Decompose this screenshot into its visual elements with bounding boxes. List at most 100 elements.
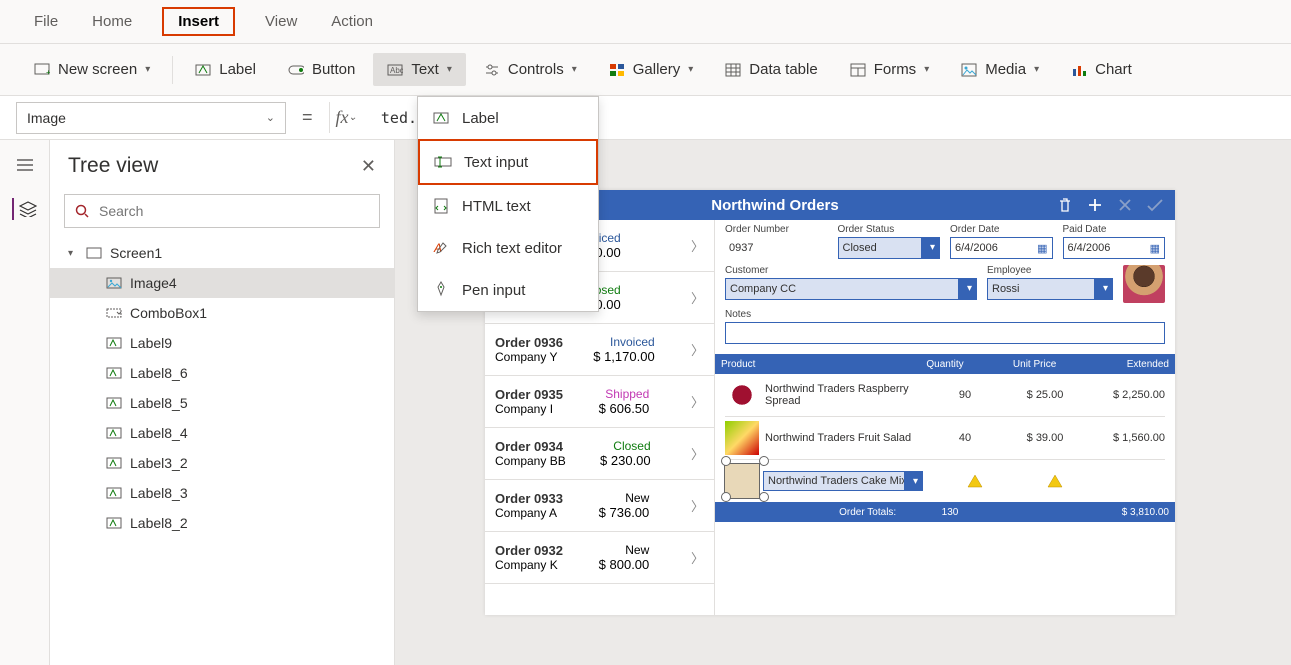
hamburger-icon[interactable] (12, 154, 38, 176)
media-button[interactable]: Media ▾ (947, 53, 1053, 86)
control-icon (106, 426, 122, 440)
fx-icon[interactable]: fx ⌄ (329, 102, 363, 133)
menu-item-pen-input[interactable]: Pen input (418, 269, 598, 311)
chevron-right-icon: 〉 (691, 288, 704, 307)
tree-node[interactable]: Label3_2 (50, 448, 394, 478)
tree-node[interactable]: ComboBox1 (50, 298, 394, 328)
label-button[interactable]: Label (181, 53, 270, 86)
text-button[interactable]: Abc Text ▾ (373, 53, 466, 86)
forms-label: Forms (874, 61, 917, 78)
close-icon[interactable]: ✕ (361, 156, 376, 177)
control-icon (106, 516, 122, 530)
tree-node[interactable]: Label8_5 (50, 388, 394, 418)
tab-view[interactable]: View (261, 5, 301, 38)
tree-node-label: Image4 (130, 275, 177, 291)
order-list-item[interactable]: Order 0936 Company Y Invoiced $ 1,170.00… (485, 324, 714, 376)
chevron-right-icon: 〉 (691, 444, 704, 463)
order-list-item[interactable]: Order 0933 Company A New $ 736.00 〉 (485, 480, 714, 532)
order-list-item[interactable]: Order 0935 Company I Shipped $ 606.50 〉 (485, 376, 714, 428)
tree-node[interactable]: Label8_4 (50, 418, 394, 448)
screen-icon: + (34, 62, 50, 78)
trash-icon[interactable] (1055, 195, 1075, 215)
search-icon (75, 204, 89, 218)
collapse-icon[interactable]: ▾ (68, 248, 78, 259)
employee-label: Employee (987, 265, 1113, 276)
plus-icon[interactable] (1085, 195, 1105, 215)
controls-button[interactable]: Controls ▾ (470, 53, 591, 86)
order-company: Company I (495, 402, 563, 416)
employee-select[interactable]: Rossi▾ (987, 278, 1113, 300)
chevron-down-icon: ▾ (1034, 64, 1039, 75)
control-icon (106, 276, 122, 290)
menu-item-rich-text[interactable]: A Rich text editor (418, 227, 598, 269)
order-company: Company K (495, 558, 563, 572)
chart-label: Chart (1095, 61, 1132, 78)
product-price: $ 39.00 (1005, 432, 1085, 444)
button-button[interactable]: Button (274, 53, 369, 86)
order-detail: Order Number 0937 Order Status Closed▾ O… (715, 220, 1175, 615)
order-list-item[interactable]: Order 0934 Company BB Closed $ 230.00 〉 (485, 428, 714, 480)
menu-item-html-text[interactable]: HTML text (418, 185, 598, 227)
order-amount: $ 606.50 (599, 401, 650, 416)
media-icon (961, 62, 977, 78)
button-label: Button (312, 61, 355, 78)
product-qty: 40 (925, 432, 1005, 444)
order-list-item[interactable]: Order 0932 Company K New $ 800.00 〉 (485, 532, 714, 584)
chevron-down-icon: ▾ (967, 283, 972, 294)
new-screen-label: New screen (58, 61, 137, 78)
customer-label: Customer (725, 265, 977, 276)
chart-button[interactable]: Chart (1057, 53, 1146, 86)
order-status-select[interactable]: Closed▾ (838, 237, 941, 259)
order-name: Order 0934 (495, 439, 566, 454)
text-dropdown-menu: Label Text input HTML text A Rich text e… (417, 96, 599, 312)
control-icon (106, 306, 122, 320)
tree-node[interactable]: Image4 (50, 268, 394, 298)
new-product-select[interactable]: Northwind Traders Cake Mix▾ (763, 471, 923, 491)
tab-home[interactable]: Home (88, 5, 136, 38)
chevron-right-icon: 〉 (691, 496, 704, 515)
product-row[interactable]: Northwind Traders Raspberry Spread 90 $ … (725, 374, 1165, 417)
product-row[interactable]: Northwind Traders Fruit Salad 40 $ 39.00… (725, 417, 1165, 460)
order-date-input[interactable]: 6/4/2006▦ (950, 237, 1053, 259)
customer-select[interactable]: Company CC▾ (725, 278, 977, 300)
new-product-row[interactable]: Northwind Traders Cake Mix▾ (725, 460, 1165, 502)
tree-search[interactable] (64, 194, 380, 228)
tree-node[interactable]: Label8_3 (50, 478, 394, 508)
data-table-button[interactable]: Data table (711, 53, 831, 86)
products-header: Product Quantity Unit Price Extended (715, 354, 1175, 374)
menu-item-label[interactable]: Label (418, 97, 598, 139)
menu-item-text: HTML text (462, 198, 531, 215)
menu-item-text-input[interactable]: Text input (418, 139, 598, 185)
layers-icon[interactable] (12, 198, 38, 220)
data-table-label: Data table (749, 61, 817, 78)
gallery-button[interactable]: Gallery ▾ (595, 53, 708, 86)
tab-file[interactable]: File (30, 5, 62, 38)
warning-icon (967, 474, 983, 488)
order-amount: $ 736.00 (599, 505, 650, 520)
check-icon[interactable] (1145, 195, 1165, 215)
tree-node[interactable]: Label8_6 (50, 358, 394, 388)
forms-button[interactable]: Forms ▾ (836, 53, 944, 86)
label-label: Label (219, 61, 256, 78)
chevron-right-icon: 〉 (691, 236, 704, 255)
tree-node[interactable]: Label8_2 (50, 508, 394, 538)
tab-insert[interactable]: Insert (162, 7, 235, 36)
gallery-icon (609, 62, 625, 78)
order-company: Company BB (495, 454, 566, 468)
calendar-icon: ▦ (1150, 242, 1160, 255)
chevron-right-icon: 〉 (691, 340, 704, 359)
property-selector[interactable]: Image ⌄ (16, 102, 286, 134)
cancel-icon[interactable] (1115, 195, 1135, 215)
product-thumbnail (725, 421, 759, 455)
tree-search-input[interactable] (97, 202, 369, 220)
tab-action[interactable]: Action (327, 5, 377, 38)
notes-input[interactable] (725, 322, 1165, 344)
tree-node[interactable]: Label9 (50, 328, 394, 358)
svg-text:Abc: Abc (390, 66, 403, 75)
tree-node-screen[interactable]: ▾ Screen1 (50, 238, 394, 268)
tree-node-label: Label8_6 (130, 365, 188, 381)
paid-date-input[interactable]: 6/4/2006▦ (1063, 237, 1166, 259)
product-ext: $ 1,560.00 (1085, 432, 1165, 444)
new-screen-button[interactable]: + New screen ▾ (20, 53, 164, 86)
order-name: Order 0933 (495, 491, 563, 506)
